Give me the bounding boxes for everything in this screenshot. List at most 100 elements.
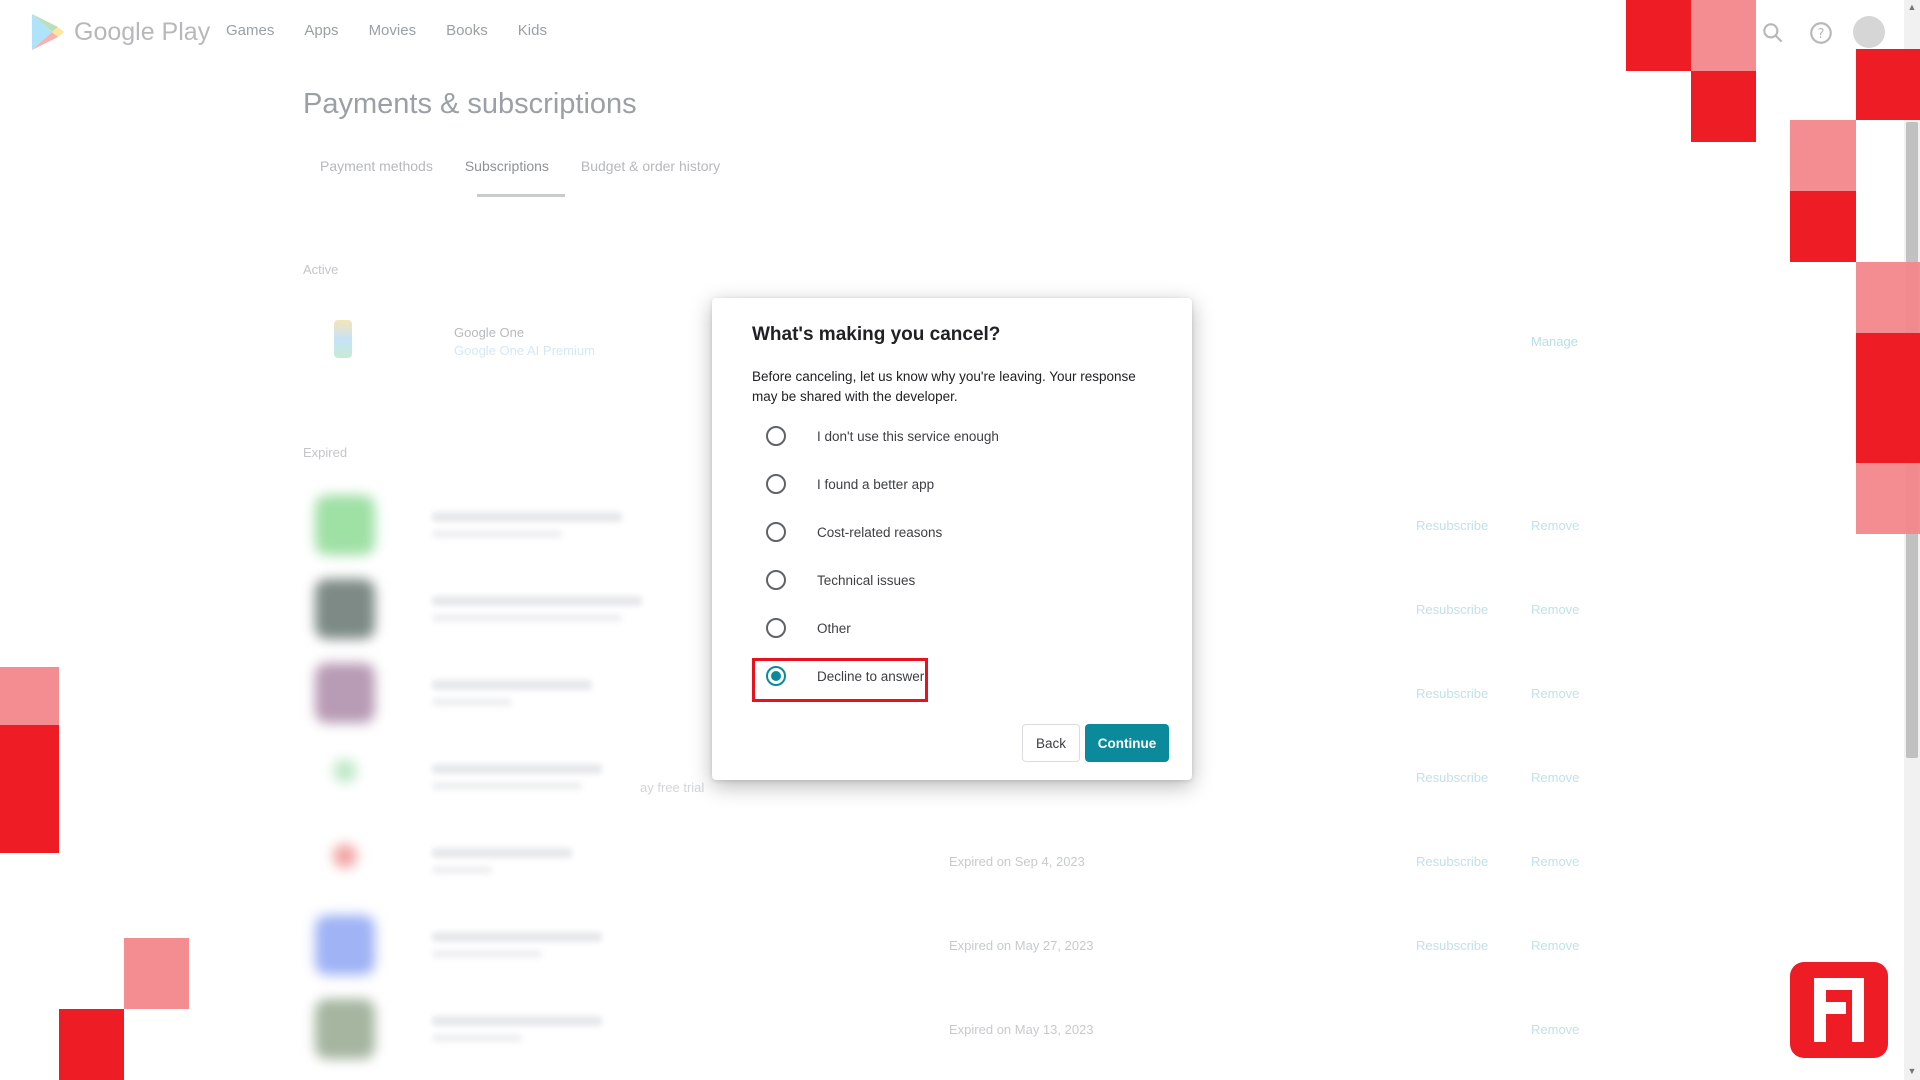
decor-square	[0, 667, 59, 725]
nav-books[interactable]: Books	[446, 22, 488, 39]
nav-kids[interactable]: Kids	[518, 22, 547, 39]
expiry-date: Expired on May 27, 2023	[949, 938, 1094, 953]
remove-link[interactable]: Remove	[1531, 602, 1579, 617]
brand-badge-logo	[1790, 962, 1888, 1058]
option-label: I found a better app	[817, 476, 935, 492]
brand-name: Google Play	[74, 17, 211, 46]
decor-square	[1691, 0, 1756, 71]
resubscribe-link[interactable]: Resubscribe	[1416, 770, 1488, 785]
expiry-date: Expired on Sep 4, 2023	[949, 854, 1085, 869]
help-icon[interactable]: ?	[1808, 20, 1834, 46]
tab-budget-order-history[interactable]: Budget & order history	[581, 158, 720, 174]
decor-square	[1856, 49, 1920, 120]
decor-square	[1856, 333, 1920, 463]
radio-button[interactable]	[766, 426, 786, 446]
app-name-blurred	[432, 932, 602, 942]
app-sub-blurred	[432, 950, 542, 958]
app-thumbnail	[315, 495, 375, 555]
continue-button[interactable]: Continue	[1085, 724, 1169, 762]
nav-apps[interactable]: Apps	[304, 22, 338, 39]
resubscribe-link[interactable]: Resubscribe	[1416, 854, 1488, 869]
app-name-blurred	[432, 848, 572, 858]
app-sub-blurred	[432, 698, 512, 706]
option-label: I don't use this service enough	[817, 428, 999, 444]
app-sub-blurred	[432, 614, 622, 622]
radio-button[interactable]	[766, 522, 786, 542]
google-play-logo[interactable]: Google Play	[30, 12, 210, 52]
top-nav: Games Apps Movies Books Kids	[226, 22, 547, 39]
back-button[interactable]: Back	[1022, 724, 1080, 762]
decor-square	[1856, 463, 1920, 534]
app-thumbnail	[315, 663, 375, 723]
decor-square	[1626, 0, 1691, 71]
app-thumbnail	[315, 579, 375, 639]
option-other[interactable]: Other	[766, 614, 851, 642]
option-technical-issues[interactable]: Technical issues	[766, 566, 915, 594]
nav-games[interactable]: Games	[226, 22, 274, 39]
decor-square	[124, 938, 189, 1009]
nav-movies[interactable]: Movies	[369, 22, 417, 39]
decor-square	[1691, 71, 1756, 142]
app-sub-blurred	[432, 1034, 522, 1042]
search-icon[interactable]	[1760, 20, 1786, 46]
trial-text-fragment: ay free trial	[640, 780, 705, 795]
scroll-up-arrow[interactable]: ▲	[1906, 2, 1918, 12]
remove-link[interactable]: Remove	[1531, 686, 1579, 701]
resubscribe-link[interactable]: Resubscribe	[1416, 602, 1488, 617]
app-thumbnail	[315, 915, 375, 975]
radio-button[interactable]	[766, 618, 786, 638]
option-label: Cost-related reasons	[817, 524, 943, 540]
manage-link[interactable]: Manage	[1531, 334, 1578, 349]
avatar[interactable]	[1853, 16, 1885, 48]
remove-link[interactable]: Remove	[1531, 770, 1579, 785]
dialog-description: Before canceling, let us know why you're…	[752, 369, 1136, 404]
decor-square	[1790, 120, 1856, 191]
option-better-app[interactable]: I found a better app	[766, 470, 934, 498]
app-name-blurred	[432, 512, 622, 522]
remove-link[interactable]: Remove	[1531, 938, 1579, 953]
play-triangle-icon	[32, 14, 64, 50]
active-subscription-plan: Google One AI Premium	[454, 343, 595, 358]
active-tab-indicator	[477, 194, 565, 197]
decor-square	[1790, 191, 1856, 262]
active-subscription-name: Google One	[454, 325, 525, 340]
decor-square	[1856, 262, 1920, 333]
app-thumbnail	[333, 844, 357, 868]
app-thumbnail	[333, 759, 357, 783]
expired-section-label: Expired	[303, 445, 348, 460]
app-name-blurred	[432, 764, 602, 774]
table-row: Expired on May 13, 2023 Remove	[0, 996, 1920, 1066]
app-name-blurred	[432, 1016, 602, 1026]
radio-button[interactable]	[766, 474, 786, 494]
resubscribe-link[interactable]: Resubscribe	[1416, 686, 1488, 701]
option-dont-use-enough[interactable]: I don't use this service enough	[766, 422, 999, 450]
active-section-label: Active	[303, 262, 339, 277]
tab-bar: Payment methods Subscriptions Budget & o…	[320, 158, 752, 174]
option-label: Other	[817, 620, 851, 636]
expiry-date: Expired on May 13, 2023	[949, 1022, 1094, 1037]
tab-subscriptions[interactable]: Subscriptions	[465, 158, 549, 174]
cancel-reason-dialog: What's making you cancel? Before canceli…	[712, 298, 1192, 780]
app-thumbnail	[315, 999, 375, 1059]
tab-payment-methods[interactable]: Payment methods	[320, 158, 433, 174]
table-row: Expired on May 27, 2023 Resubscribe Remo…	[0, 912, 1920, 982]
option-cost-reasons[interactable]: Cost-related reasons	[766, 518, 942, 546]
remove-link[interactable]: Remove	[1531, 854, 1579, 869]
scroll-down-arrow[interactable]: ▼	[1906, 1066, 1918, 1076]
resubscribe-link[interactable]: Resubscribe	[1416, 938, 1488, 953]
resubscribe-link[interactable]: Resubscribe	[1416, 518, 1488, 533]
table-row: Expired on Sep 4, 2023 Resubscribe Remov…	[0, 828, 1920, 898]
page-title: Payments & subscriptions	[303, 88, 637, 120]
svg-text:?: ?	[1818, 27, 1825, 42]
remove-link[interactable]: Remove	[1531, 1022, 1579, 1037]
selection-highlight-box	[752, 658, 928, 702]
radio-button[interactable]	[766, 570, 786, 590]
remove-link[interactable]: Remove	[1531, 518, 1579, 533]
app-sub-blurred	[432, 782, 582, 790]
dialog-title: What's making you cancel?	[752, 324, 1001, 345]
app-name-blurred	[432, 596, 642, 606]
decor-square	[59, 1009, 124, 1080]
option-label: Technical issues	[817, 572, 916, 588]
pixel-logo-icon	[1814, 978, 1864, 1042]
google-one-icon	[334, 320, 352, 358]
